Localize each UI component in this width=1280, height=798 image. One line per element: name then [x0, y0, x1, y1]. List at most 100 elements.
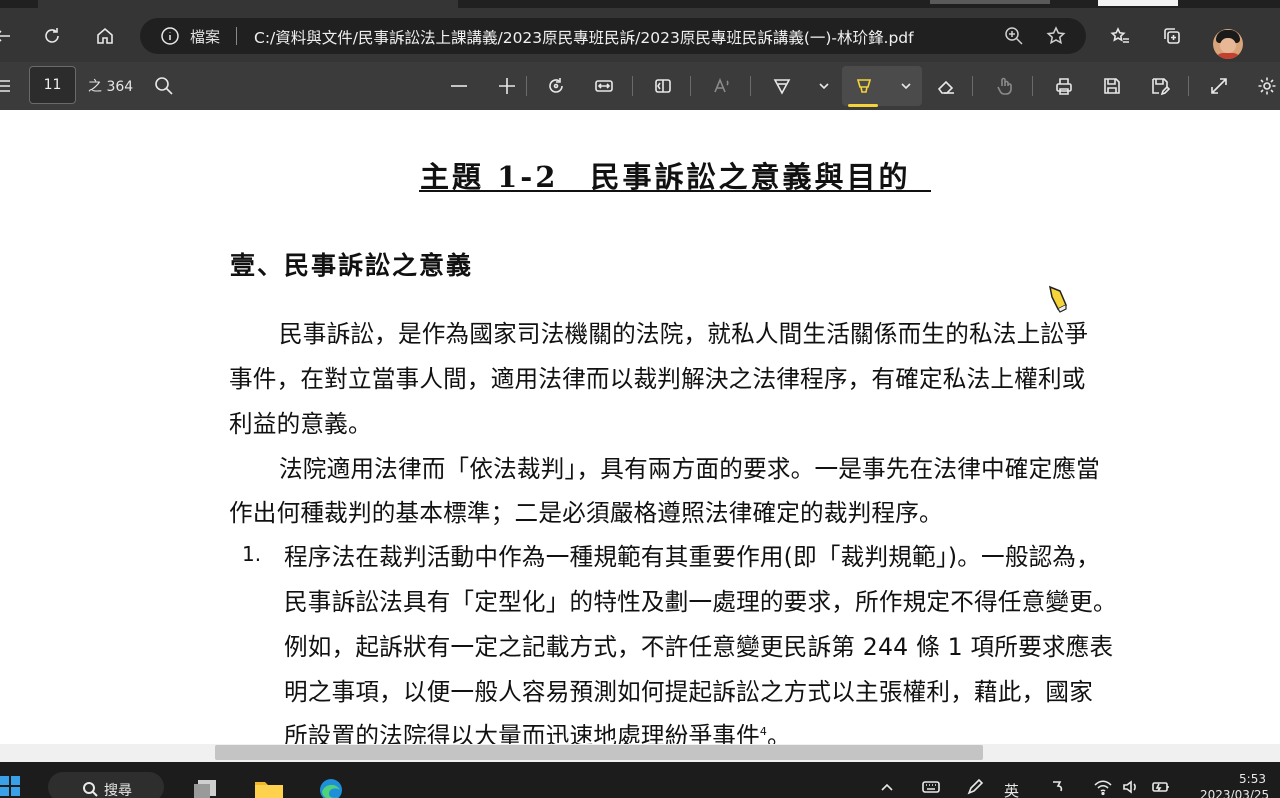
list-item-line: 民事訴訟法具有「定型化」的特性及劃一處理的要求，所作規定不得任意變更。: [284, 588, 1117, 616]
battery-icon[interactable]: [1152, 778, 1170, 798]
chevron-down-icon: [819, 83, 829, 90]
highlight-button[interactable]: [850, 72, 878, 100]
chevron-down-icon: [901, 83, 911, 90]
toolbar-divider: [972, 76, 973, 96]
find-button[interactable]: [150, 72, 178, 100]
page-view-icon: [655, 79, 671, 93]
list-item-line-last: 所設置的法院得以大量而迅速地處理紛爭事件4。: [284, 717, 791, 744]
taskbar-search[interactable]: 搜尋: [48, 772, 164, 798]
favorite-add-icon[interactable]: [1046, 26, 1066, 46]
list-item-line: 明之事項，以便一般人容易預測如何提起訴訟之方式以主張權利，藉此，國家: [284, 678, 1093, 706]
settings-button[interactable]: [1253, 72, 1280, 100]
ime-indicator[interactable]: 英: [1004, 780, 1019, 798]
paragraph-line: 法院適用法律而「依法裁判」，具有兩方面的要求。一是事先在法律中確定應當: [279, 455, 1100, 483]
toolbar-divider: [750, 76, 751, 96]
favorites-icon: [1110, 27, 1129, 43]
file-explorer-app-icon[interactable]: [254, 776, 284, 798]
highlight-icon: [856, 79, 872, 93]
fit-width-button[interactable]: [590, 72, 618, 100]
print-button[interactable]: [1050, 72, 1078, 100]
settings-icon: [1258, 77, 1276, 95]
save-icon: [1104, 78, 1120, 94]
menu-icon: [0, 80, 10, 92]
scrollbar-thumb[interactable]: [215, 745, 983, 760]
zoom-out-icon: [451, 85, 467, 87]
active-tab-edge[interactable]: [38, 0, 458, 8]
reload-icon: [45, 28, 59, 43]
rotate-button[interactable]: [542, 72, 570, 100]
tab-strip: [0, 0, 1280, 8]
pdf-toolbar: 11 之 364: [0, 62, 1280, 110]
zoom-in-button[interactable]: [493, 72, 521, 100]
ime-mode-icon[interactable]: [1048, 778, 1066, 798]
zoom-out-button[interactable]: [445, 72, 473, 100]
info-icon[interactable]: [160, 26, 180, 46]
toolbar-divider: [1032, 76, 1033, 96]
erase-button[interactable]: [932, 72, 960, 100]
profile-avatar[interactable]: [1213, 29, 1243, 59]
clock-date: 2023/03/25: [1200, 788, 1270, 798]
taskbar-search-label: 搜尋: [104, 783, 132, 798]
erase-icon: [937, 80, 954, 94]
paragraph-line: 民事訴訟，是作為國家司法機關的法院，就私人間生活關係而生的私法上訟爭: [279, 320, 1088, 348]
windows-taskbar: 搜尋 英 5:53 2023/03/25: [0, 762, 1280, 798]
toolbar-divider: [1188, 76, 1189, 96]
home-button[interactable]: [89, 20, 121, 52]
draw-options-button[interactable]: [810, 72, 838, 100]
list-item-line: 程序法在裁判活動中作為一種規範有其重要作用(即「裁判規範」)。一般認為，: [284, 543, 1100, 571]
draw-icon: [773, 79, 791, 95]
paragraph-line: 利益的意義。: [229, 410, 372, 438]
page-view-button[interactable]: [649, 72, 677, 100]
favorites-button[interactable]: [1104, 20, 1136, 52]
highlight-color-indicator: [848, 104, 878, 107]
reload-button[interactable]: [36, 20, 68, 52]
search-icon: [155, 77, 173, 95]
rotate-icon: [549, 78, 563, 93]
tab-edge-light[interactable]: [1098, 0, 1178, 6]
fullscreen-icon: [1211, 78, 1227, 94]
toolbar-divider: [632, 76, 633, 96]
address-scheme-label: 檔案: [190, 28, 221, 46]
tab-edge[interactable]: [930, 0, 1050, 4]
start-button[interactable]: [0, 776, 22, 798]
footnote-mark[interactable]: 4: [760, 725, 767, 738]
horizontal-scrollbar[interactable]: [0, 744, 1280, 762]
address-bar[interactable]: 檔案 C:/資料與文件/民事訴訟法上課講義/2023原民專班民訴/2023原民專…: [140, 18, 1086, 54]
page-number-input[interactable]: 11: [29, 66, 76, 104]
keyboard-icon[interactable]: [922, 778, 940, 798]
back-button[interactable]: [0, 20, 18, 52]
edge-app-icon[interactable]: [316, 776, 346, 798]
draw-button[interactable]: [768, 72, 796, 100]
pen-menu-icon[interactable]: [966, 778, 984, 798]
list-item-end: 。: [767, 722, 791, 744]
address-url[interactable]: C:/資料與文件/民事訴訟法上課講義/2023原民專班民訴/2023原民專班民訴…: [254, 26, 914, 48]
task-view-app-icon[interactable]: [192, 776, 222, 798]
title-underline: [419, 190, 931, 192]
paragraph-line: 事件，在對立當事人間，適用法律而以裁判解決之法律程序，有確定私法上權利或: [229, 365, 1086, 393]
page-total: 之 364: [88, 79, 134, 95]
volume-icon[interactable]: [1122, 778, 1140, 798]
list-item-text: 所設置的法院得以大量而迅速地處理紛爭事件: [284, 722, 760, 744]
contents-button[interactable]: [0, 72, 16, 100]
back-arrow-icon: [0, 30, 10, 42]
collections-button[interactable]: [1156, 20, 1188, 52]
paragraph-line: 作出何種裁判的基本標準；二是必須嚴格遵照法律確定的裁判程序。: [229, 499, 943, 527]
highlight-options-button[interactable]: [892, 72, 920, 100]
wifi-icon[interactable]: [1094, 778, 1112, 798]
save-as-icon: [1152, 78, 1170, 96]
save-button[interactable]: [1098, 72, 1126, 100]
touch-button[interactable]: [991, 72, 1019, 100]
save-as-button[interactable]: [1146, 72, 1174, 100]
fullscreen-button[interactable]: [1205, 72, 1233, 100]
touch-icon: [997, 77, 1012, 95]
zoom-icon[interactable]: [1004, 26, 1024, 46]
section-heading: 壹、民事訴訟之意義: [230, 251, 474, 280]
read-aloud-button[interactable]: [708, 72, 736, 100]
highlighter-cursor-icon: [1048, 285, 1067, 313]
system-clock[interactable]: 5:53 2023/03/25: [1200, 771, 1270, 798]
toolbar-divider: [526, 76, 527, 96]
show-hidden-icons-button[interactable]: [878, 778, 896, 798]
zoom-in-icon: [499, 78, 515, 94]
home-icon: [97, 27, 113, 44]
pdf-page: 主題 1-2 民事訴訟之意義與目的 壹、民事訴訟之意義 民事訴訟，是作為國家司法…: [0, 110, 1280, 744]
